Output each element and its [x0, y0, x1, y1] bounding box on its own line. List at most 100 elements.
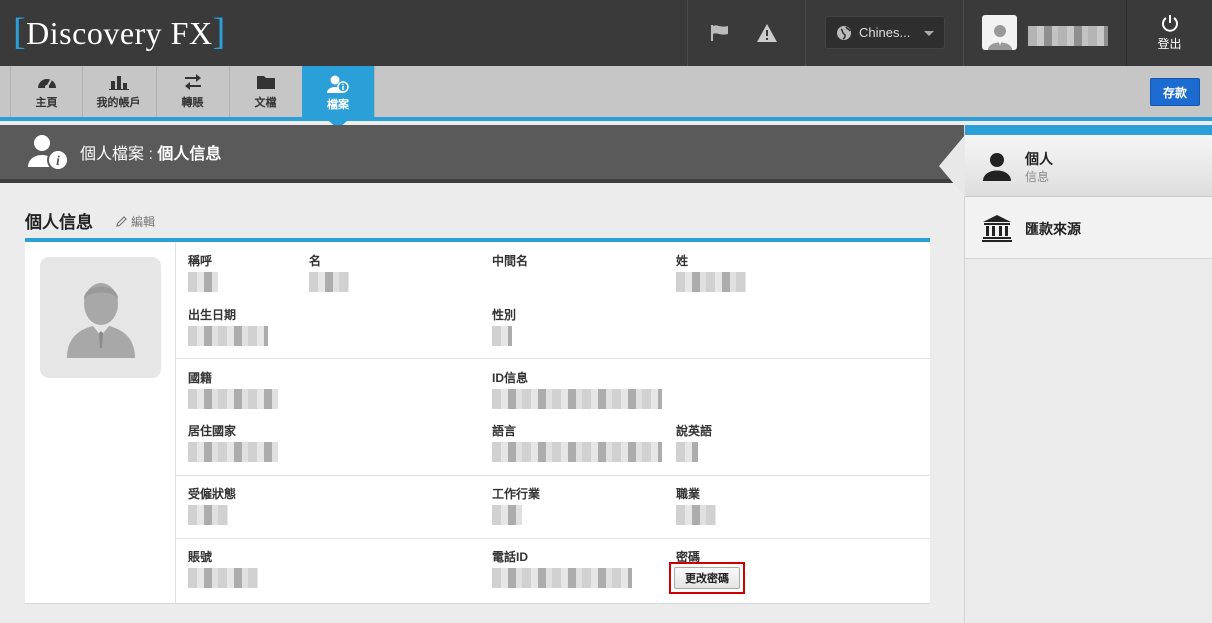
redacted-value: [676, 442, 698, 462]
chevron-down-icon: [924, 31, 934, 36]
main-nav: 主頁 我的帳戶 轉賬 文檔 檔案 存款: [0, 66, 1212, 129]
field-speaks-english: 說英語: [676, 422, 712, 462]
logo-bracket-left: [: [13, 11, 27, 53]
logout-button[interactable]: 登出: [1126, 0, 1212, 66]
redacted-value: [676, 505, 716, 525]
field-label: 電話ID: [492, 550, 529, 564]
page-title: 個人檔案 : 個人信息: [80, 140, 221, 164]
user-name-redacted: [1028, 26, 1108, 46]
field-label: 工作行業: [492, 487, 541, 501]
field-industry: 工作行業: [492, 485, 540, 525]
row-divider: [176, 538, 930, 539]
field-label: 語言: [492, 424, 517, 438]
tab-my-account-label: 我的帳戶: [96, 97, 141, 109]
tab-transfer-label: 轉賬: [181, 97, 204, 109]
edit-label: 編輯: [131, 215, 156, 229]
redacted-value: [188, 568, 258, 588]
field-dob: 出生日期: [188, 306, 268, 346]
tab-profile-label: 檔案: [327, 99, 349, 111]
logo-bracket-right: ]: [212, 11, 226, 53]
field-last-name: 姓: [676, 252, 746, 292]
field-salutation: 稱呼: [188, 252, 218, 292]
field-occupation: 職業: [676, 485, 716, 525]
folder-icon: [256, 73, 276, 91]
flag-icon[interactable]: [709, 22, 731, 44]
pencil-icon: [116, 216, 127, 227]
svg-text:i: i: [56, 154, 60, 169]
transfer-icon: [183, 73, 203, 91]
bar-chart-icon: [108, 73, 129, 91]
section-header: 個人信息 編輯: [25, 208, 155, 233]
deposit-button[interactable]: 存款: [1150, 78, 1200, 106]
tab-transfer[interactable]: 轉賬: [156, 66, 228, 117]
field-nationality: 國籍: [188, 369, 278, 409]
power-icon: [1161, 15, 1178, 32]
redacted-value: [492, 389, 662, 409]
deposit-label: 存款: [1162, 85, 1187, 100]
field-label: 中間名: [492, 254, 529, 268]
page-title-prefix: 個人檔案 :: [80, 146, 158, 163]
field-employment-status: 受僱狀態: [188, 485, 236, 525]
tab-profile[interactable]: 檔案: [302, 66, 374, 129]
redacted-value: [188, 326, 268, 346]
field-label: 居住國家: [188, 424, 237, 438]
header-divider: [963, 0, 964, 66]
field-label: 國籍: [188, 371, 213, 385]
user-icon: [987, 25, 1012, 50]
tab-my-account[interactable]: 我的帳戶: [82, 66, 154, 117]
field-label: 職業: [676, 487, 701, 501]
profile-sidebar: 個人 信息 匯款來源: [964, 125, 1212, 623]
field-phone-id: 電話ID: [492, 548, 632, 588]
field-label: 說英語: [676, 424, 713, 438]
field-label: 稱呼: [188, 254, 213, 268]
sidebar-item-personal[interactable]: 個人 信息: [965, 135, 1212, 197]
header-divider: [687, 0, 688, 66]
tab-home[interactable]: 主頁: [10, 66, 82, 117]
edit-link[interactable]: 編輯: [115, 213, 155, 230]
change-password-button[interactable]: 更改密碼: [674, 567, 740, 589]
field-label: 名: [309, 254, 322, 268]
language-selected-value: Chines...: [859, 25, 911, 40]
change-password-highlight: 更改密碼: [669, 562, 745, 594]
field-gender: 性別: [492, 306, 516, 346]
redacted-value: [188, 272, 218, 292]
redacted-value: [188, 442, 278, 462]
field-label: 出生日期: [188, 308, 237, 322]
logout-label: 登出: [1157, 37, 1182, 51]
person-silhouette-icon: [66, 282, 135, 358]
top-header: [Discovery FX] Chines... 登出: [0, 0, 1212, 66]
redacted-value: [492, 505, 522, 525]
sidebar-item-remittance-source[interactable]: 匯款來源: [965, 197, 1212, 259]
redacted-value: [309, 272, 349, 292]
warning-icon[interactable]: [756, 22, 778, 44]
personal-info-card: 稱呼 名 中間名 姓 出生日期 性別 國籍 ID信息 居住國家 語言 說英語 受…: [25, 238, 930, 604]
tab-documents[interactable]: 文檔: [229, 66, 301, 117]
page-title-bar: i 個人檔案 : 個人信息: [0, 125, 964, 183]
profile-icon: [327, 75, 349, 93]
section-title: 個人信息: [25, 213, 93, 232]
field-first-name: 名: [309, 252, 349, 292]
tab-documents-label: 文檔: [254, 97, 277, 109]
redacted-value: [492, 568, 632, 588]
sidebar-item-sublabel: 信息: [1025, 170, 1050, 184]
row-divider: [176, 358, 930, 359]
bank-icon: [981, 212, 1013, 244]
page-title-current: 個人信息: [157, 146, 222, 163]
field-id-info: ID信息: [492, 369, 662, 409]
profile-info-icon: i: [28, 133, 70, 171]
profile-picture: [40, 257, 161, 378]
logo[interactable]: [Discovery FX]: [13, 13, 226, 51]
language-select[interactable]: Chines...: [825, 16, 945, 49]
field-middle-name: 中間名: [492, 252, 528, 272]
sidebar-item-label: 個人: [1025, 151, 1053, 167]
field-label: 性別: [492, 308, 517, 322]
sidebar-item-label: 匯款來源: [1025, 221, 1081, 237]
redacted-value: [188, 505, 228, 525]
sidebar-accent-stripe: [965, 125, 1212, 135]
field-label: ID信息: [492, 371, 529, 385]
redacted-value: [188, 389, 278, 409]
field-language: 語言: [492, 422, 662, 462]
field-account-number: 賬號: [188, 548, 258, 588]
avatar-column: [25, 242, 176, 603]
user-avatar[interactable]: [982, 15, 1017, 50]
